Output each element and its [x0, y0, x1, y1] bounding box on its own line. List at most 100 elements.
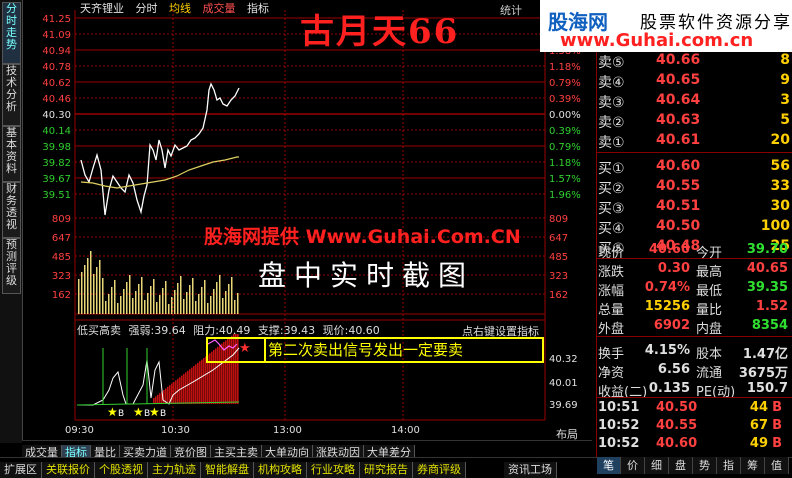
- indicator-tick-right: 39.69: [549, 400, 578, 411]
- volume-bar: [210, 296, 212, 314]
- price-tick-left: 40.46: [42, 94, 71, 105]
- tab-time-chart[interactable]: 分时走势: [2, 2, 21, 64]
- level-price: 40.51: [656, 198, 701, 214]
- bid-row[interactable]: 买① 40.60 56: [598, 158, 790, 178]
- right-tab-3[interactable]: 盘: [669, 457, 693, 474]
- header-indicator-label[interactable]: 指标: [247, 2, 269, 15]
- volume-bar: [171, 297, 173, 314]
- quote-row: 涨跌 0.30 最高 40.65: [598, 261, 790, 280]
- ext-tab-8[interactable]: 券商评级: [413, 462, 466, 478]
- tick-row: 10:51 40.50 44 B: [598, 400, 790, 419]
- tick-price: 40.60: [656, 436, 698, 451]
- level-price: 40.64: [656, 92, 701, 108]
- ask-row[interactable]: 卖② 40.63 5: [598, 112, 790, 132]
- tick-side: B: [772, 418, 782, 433]
- intraday-chart[interactable]: 41.252.38%41.091.98%40.941.58%40.781.18%…: [23, 0, 593, 440]
- volume-bar: [162, 288, 164, 314]
- volume-tick-right: 162: [549, 290, 568, 301]
- quote-value: 39.35: [746, 280, 788, 295]
- level-label: 卖①: [598, 135, 625, 151]
- quote-label: 内盘: [696, 322, 723, 337]
- header-volume-label[interactable]: 成交量: [203, 2, 236, 15]
- ext-tab-6[interactable]: 行业攻略: [307, 462, 360, 478]
- left-tab-strip: 分时走势 技术分析 基本资料 财务透视 预测评级: [0, 0, 23, 443]
- ext-tab-1[interactable]: 关联报价: [42, 462, 95, 478]
- right-tab-1[interactable]: 价: [621, 457, 645, 474]
- price-tick-left: 39.51: [42, 190, 71, 201]
- volume-tick-right: 809: [549, 214, 568, 225]
- volume-bar: [147, 293, 149, 314]
- volume-tick-right: 485: [549, 252, 568, 263]
- pct-tick-right: 0.79%: [549, 142, 581, 153]
- bid-row[interactable]: 买③ 40.51 30: [598, 198, 790, 218]
- screenshot-note: 盘中实时截图: [258, 259, 475, 292]
- ext-tab-5[interactable]: 机构攻略: [254, 462, 307, 478]
- ext-tab-2[interactable]: 个股透视: [95, 462, 148, 478]
- ask-row[interactable]: 卖⑤ 40.66 8: [598, 52, 790, 72]
- right-tab-4[interactable]: 势: [693, 457, 717, 474]
- level-label: 卖④: [598, 75, 625, 91]
- ext-tab-7[interactable]: 研究报告: [360, 462, 413, 478]
- info-workshop-tab[interactable]: 资讯工场: [504, 462, 557, 478]
- volume-bar: [231, 277, 233, 314]
- right-tab-2[interactable]: 细: [645, 457, 669, 474]
- quote-row: 外盘 6902 内盘 8354: [598, 318, 790, 337]
- price-line: [80, 82, 240, 216]
- ext-tab-3[interactable]: 主力轨迹: [148, 462, 201, 478]
- tab-finance[interactable]: 财务透视: [2, 182, 21, 238]
- ask-row[interactable]: 卖④ 40.65 9: [598, 72, 790, 92]
- level-volume: 5: [780, 112, 790, 128]
- indicator-bar: [159, 393, 161, 404]
- quote-label: 最高: [696, 265, 723, 280]
- indicator-name[interactable]: 低买高卖: [77, 324, 121, 337]
- stats-button[interactable]: 统计: [500, 2, 522, 18]
- right-tab-5[interactable]: 指: [717, 457, 741, 474]
- volume-bar: [111, 287, 113, 314]
- tab-forecast[interactable]: 预测评级: [2, 238, 21, 294]
- volume-bar: [105, 301, 107, 314]
- volume-bar: [78, 279, 80, 314]
- indicator-bar: [187, 370, 189, 404]
- quote-label: 换手: [598, 347, 625, 362]
- header-avg-label[interactable]: 均线: [169, 2, 191, 15]
- ext-tab-4[interactable]: 智能解盘: [201, 462, 254, 478]
- price-tick-left: 40.30: [42, 110, 71, 121]
- bid-row[interactable]: 买② 40.55 33: [598, 178, 790, 198]
- quote-label: 量比: [696, 303, 723, 318]
- volume-bar: [102, 278, 104, 314]
- time-tick: 09:30: [65, 425, 94, 436]
- ask-row[interactable]: 卖③ 40.64 3: [598, 92, 790, 112]
- volume-bar: [213, 289, 215, 314]
- indicator-bar: [203, 358, 205, 404]
- level-label: 卖⑤: [598, 55, 625, 71]
- volume-tick-left: 647: [52, 233, 71, 244]
- volume-bar: [174, 290, 176, 314]
- volume-bar: [81, 272, 83, 314]
- right-tab-0[interactable]: 笔: [597, 457, 621, 474]
- ext-tab-0[interactable]: 扩展区: [0, 462, 42, 478]
- pct-tick-right: 1.96%: [549, 190, 581, 201]
- volume-tick-right: 647: [549, 233, 568, 244]
- tab-basic-info[interactable]: 基本资料: [2, 126, 21, 182]
- volume-bar: [195, 301, 197, 314]
- volume-bar: [234, 300, 236, 314]
- quote-label: 现价: [598, 246, 625, 261]
- volume-bar: [141, 277, 143, 314]
- tab-technical[interactable]: 技术分析: [2, 64, 21, 126]
- ask-row[interactable]: 卖① 40.61 20: [598, 132, 790, 152]
- bid-row[interactable]: 买④ 40.50 100: [598, 218, 790, 238]
- quote-value: 8354: [751, 318, 788, 333]
- right-tab-6[interactable]: 筹: [741, 457, 765, 474]
- chart-header: 天齐锂业 分时 均线 成交量 指标: [80, 0, 277, 16]
- volume-tick-left: 809: [52, 214, 71, 225]
- quote-value: 6902: [653, 318, 690, 333]
- intraday-chart-area[interactable]: 41.252.38%41.091.98%40.941.58%40.781.18%…: [23, 0, 593, 440]
- level-label: 买③: [598, 201, 625, 217]
- quote-label: 外盘: [598, 322, 625, 337]
- quote-value: 0.74%: [644, 280, 690, 295]
- quote-value: 40.65: [746, 261, 788, 276]
- header-time-label[interactable]: 分时: [136, 2, 158, 15]
- volume-bar: [225, 291, 227, 314]
- right-tab-7[interactable]: 值: [765, 457, 789, 474]
- time-tick: 10:30: [161, 425, 190, 436]
